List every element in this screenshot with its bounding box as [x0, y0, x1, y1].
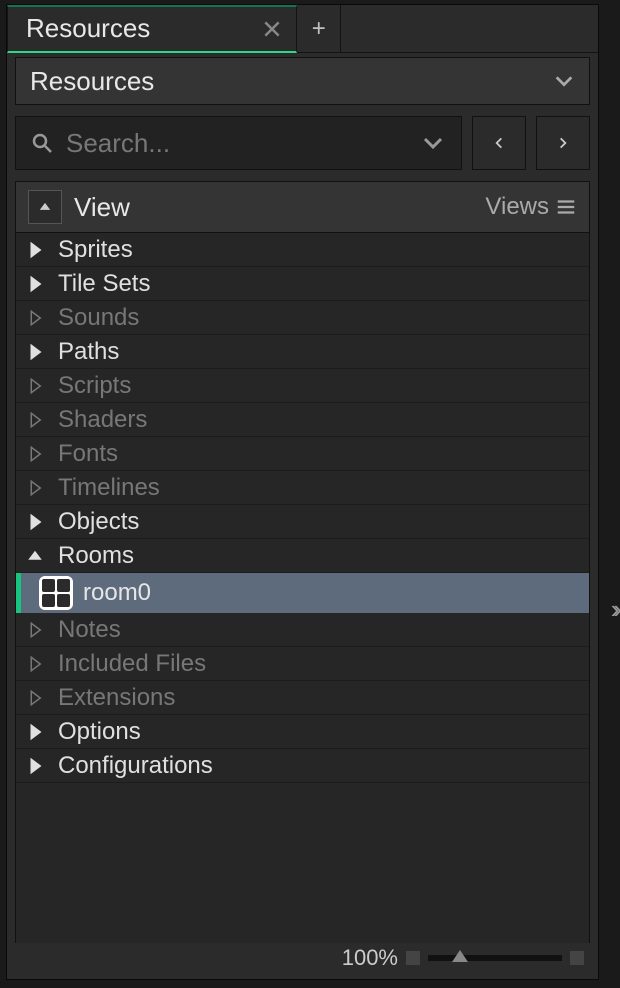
expand-arrow-icon — [26, 309, 44, 327]
zoom-in-button[interactable] — [570, 951, 584, 965]
tab-label: Resources — [26, 13, 150, 44]
tree-node-label: Options — [58, 718, 141, 746]
expand-arrow-icon — [26, 479, 44, 497]
expand-arrow-icon — [26, 513, 44, 531]
tab-bar: Resources + — [7, 5, 598, 53]
tree-node[interactable]: Objects — [16, 505, 589, 539]
slider-thumb[interactable] — [452, 950, 468, 962]
view-header: View Views — [15, 181, 590, 233]
zoom-slider[interactable] — [428, 955, 562, 961]
expand-arrow-icon — [26, 377, 44, 395]
tree-node-label: Scripts — [58, 372, 131, 400]
expand-icon[interactable] — [28, 190, 62, 224]
tree-node[interactable]: Configurations — [16, 749, 589, 783]
tree-node-label: Notes — [58, 616, 121, 644]
search-input[interactable] — [66, 128, 407, 159]
tree-node-label: Paths — [58, 338, 119, 366]
tree-child[interactable]: room0 — [16, 573, 589, 613]
tree-node[interactable]: Tile Sets — [16, 267, 589, 301]
tree-node-label: Included Files — [58, 650, 206, 678]
expand-arrow-icon — [26, 445, 44, 463]
close-icon[interactable] — [260, 17, 284, 41]
expand-arrow-icon — [26, 723, 44, 741]
tree-node-label: Rooms — [58, 542, 134, 570]
tree-node[interactable]: Sprites — [16, 233, 589, 267]
room-icon — [39, 576, 73, 610]
expand-arrow-icon — [26, 757, 44, 775]
chevron-down-icon — [553, 70, 575, 92]
chevron-down-icon — [421, 131, 445, 155]
tree-node-label: Shaders — [58, 406, 147, 434]
tree-node[interactable]: Rooms — [16, 539, 589, 573]
tree-node-label: Extensions — [58, 684, 175, 712]
menu-icon — [555, 196, 577, 218]
collapse-panel-button[interactable]: ›› — [611, 594, 616, 625]
tree-node[interactable]: Options — [16, 715, 589, 749]
expand-arrow-icon — [26, 343, 44, 361]
nav-next-button[interactable] — [536, 116, 590, 170]
tree-node[interactable]: Paths — [16, 335, 589, 369]
expand-arrow-icon — [26, 275, 44, 293]
tree-node-label: Configurations — [58, 752, 213, 780]
chevron-right-icon — [556, 136, 570, 150]
view-label: View — [74, 192, 130, 223]
tab-resources[interactable]: Resources — [7, 5, 297, 53]
search-box[interactable] — [15, 116, 462, 170]
status-bar: 100% — [15, 943, 590, 973]
tree-node-label: Tile Sets — [58, 270, 150, 298]
add-tab-button[interactable]: + — [297, 5, 341, 53]
resource-tree: Sprites Tile Sets Sounds Paths Scripts Shader… — [15, 233, 590, 943]
tree-node[interactable]: Timelines — [16, 471, 589, 505]
tree-child-label: room0 — [83, 579, 151, 607]
search-row — [15, 115, 590, 171]
expand-arrow-icon — [26, 655, 44, 673]
tree-node-label: Fonts — [58, 440, 118, 468]
tree-node-label: Timelines — [58, 474, 160, 502]
tree-node[interactable]: Extensions — [16, 681, 589, 715]
panel-header[interactable]: Resources — [15, 57, 590, 105]
tree-node-label: Objects — [58, 508, 139, 536]
views-menu-label: Views — [485, 193, 549, 221]
tree-node[interactable]: Shaders — [16, 403, 589, 437]
tree-node[interactable]: Scripts — [16, 369, 589, 403]
tree-node-label: Sprites — [58, 236, 133, 264]
tree-node[interactable]: Sounds — [16, 301, 589, 335]
tree-node-label: Sounds — [58, 304, 139, 332]
views-menu-button[interactable]: Views — [485, 193, 577, 221]
search-icon — [30, 131, 54, 155]
search-dropdown[interactable] — [419, 131, 447, 155]
expand-arrow-icon — [26, 621, 44, 639]
nav-prev-button[interactable] — [472, 116, 526, 170]
expand-arrow-icon — [26, 241, 44, 259]
expand-arrow-icon — [26, 411, 44, 429]
expand-arrow-icon — [26, 689, 44, 707]
panel-title: Resources — [30, 66, 154, 97]
tree-node[interactable]: Notes — [16, 613, 589, 647]
zoom-out-button[interactable] — [406, 951, 420, 965]
tree-node[interactable]: Fonts — [16, 437, 589, 471]
chevron-left-icon — [492, 136, 506, 150]
expand-arrow-icon — [26, 547, 44, 565]
zoom-text: 100% — [342, 945, 398, 971]
tree-node[interactable]: Included Files — [16, 647, 589, 681]
